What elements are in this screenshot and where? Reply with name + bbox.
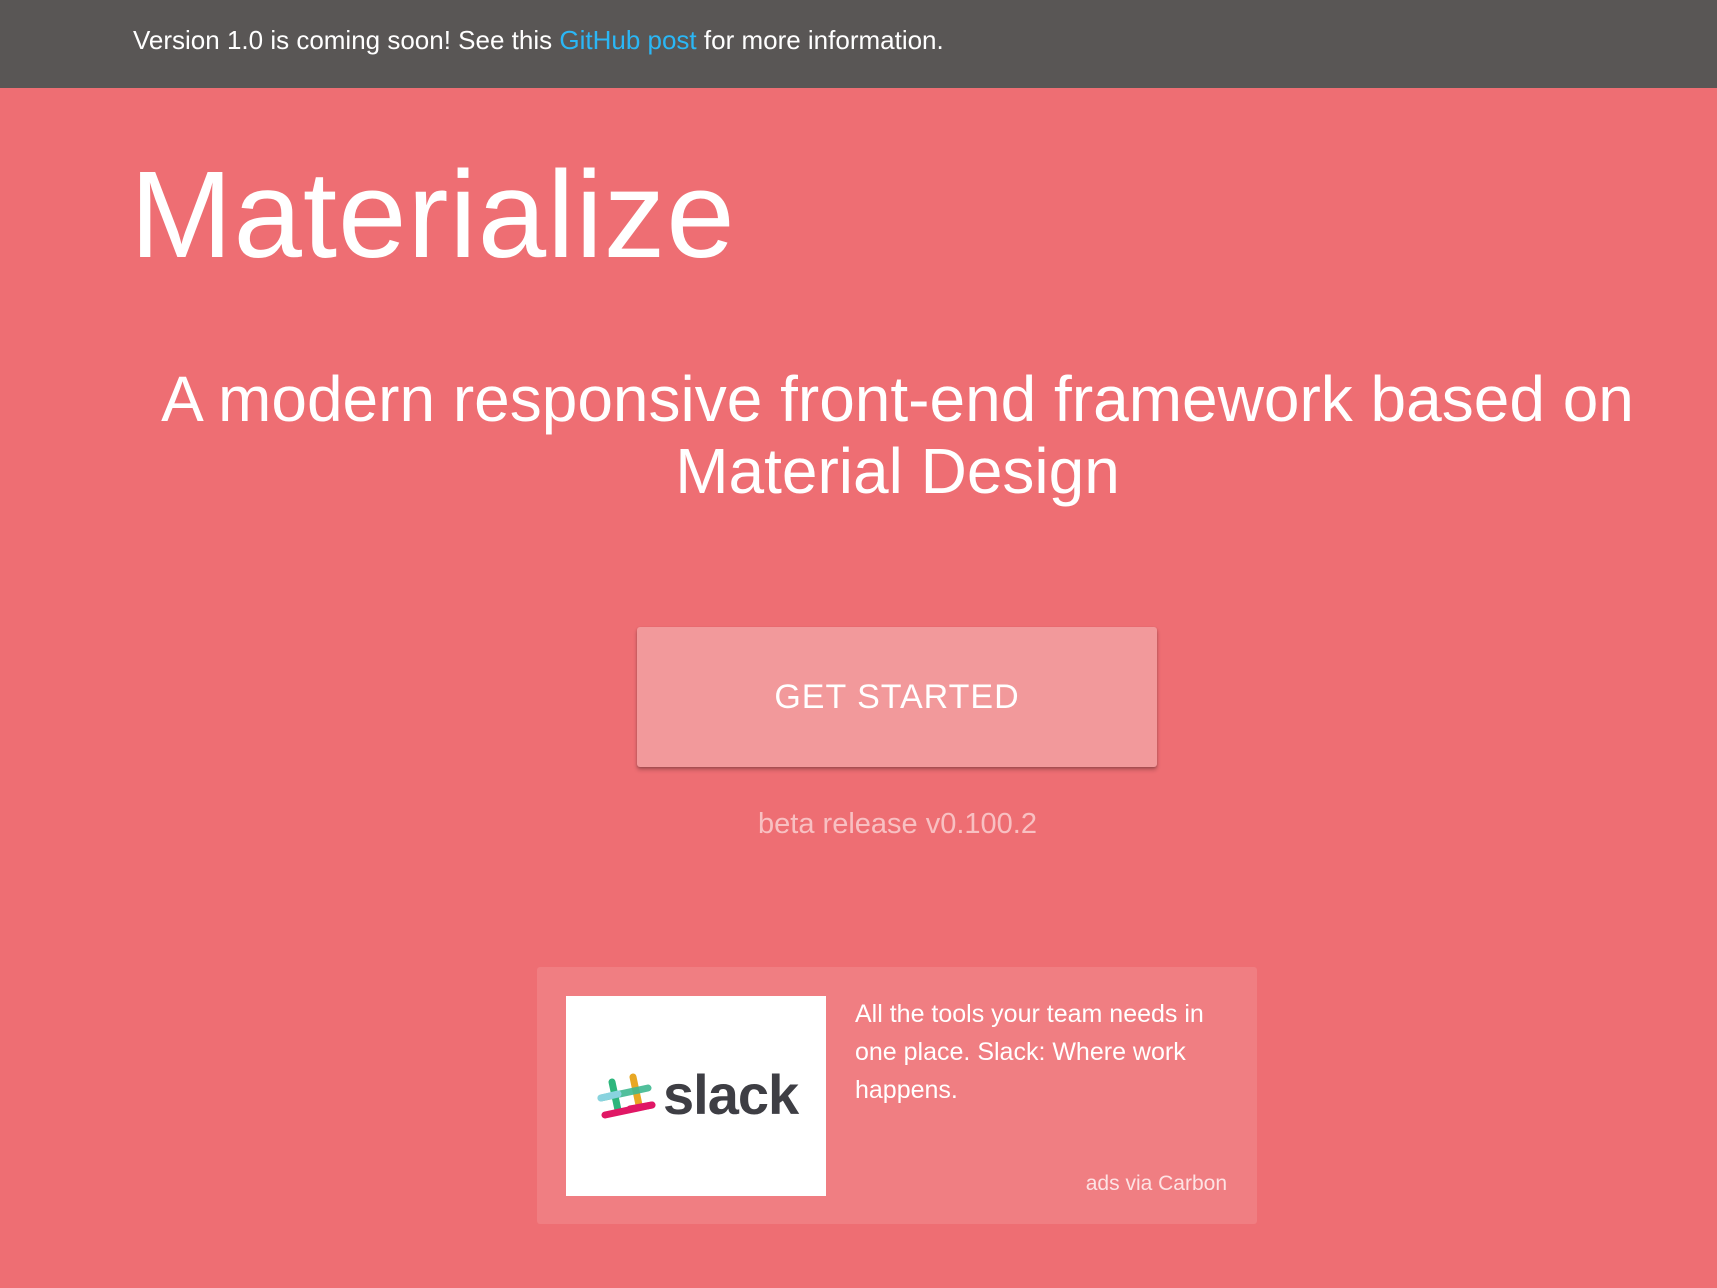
github-post-link[interactable]: GitHub post (559, 25, 696, 55)
ad-image-link[interactable]: slack (566, 996, 826, 1196)
ad-text-link[interactable]: All the tools your team needs in one pla… (855, 995, 1235, 1109)
page-title: Materialize (130, 147, 736, 284)
slack-hash-icon (597, 1073, 656, 1119)
carbon-ad: slack All the tools your team needs in o… (537, 967, 1257, 1224)
hero-tagline: A modern responsive front-end framework … (161, 363, 1634, 507)
ads-via-carbon-link[interactable]: ads via Carbon (1086, 1172, 1227, 1196)
slack-logo: slack (597, 1063, 801, 1126)
announcement-banner: Version 1.0 is coming soon! See this Git… (0, 0, 1717, 88)
banner-text-before: Version 1.0 is coming soon! See this (133, 25, 560, 55)
release-version: beta release v0.100.2 (758, 808, 1037, 840)
banner-text-after: for more information. (696, 25, 944, 55)
slack-wordmark: slack (663, 1063, 800, 1126)
get-started-button[interactable]: GET STARTED (637, 627, 1157, 767)
